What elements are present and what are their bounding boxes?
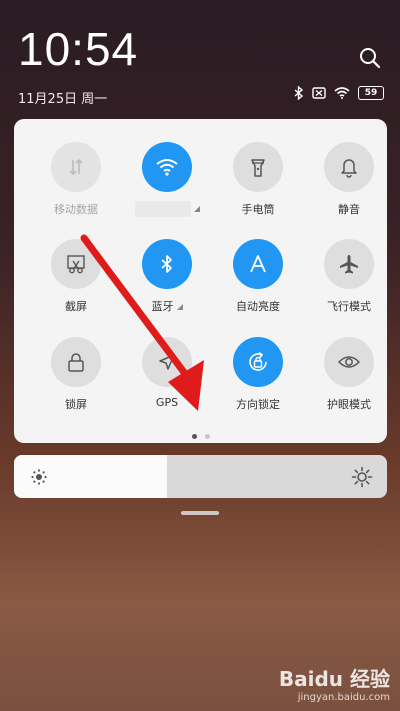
watermark: Baidu 经验 jingyan.baidu.com bbox=[279, 663, 390, 703]
tile-label: 锁屏 bbox=[65, 398, 87, 411]
tile-label-row: 蓝牙 bbox=[127, 298, 207, 314]
quick-settings-panel: 移动数据 手电筒 静音 截屏 蓝牙 自动亮度 飞行模式 锁屏 GPS 方向锁定 … bbox=[14, 119, 387, 443]
page-dot[interactable] bbox=[204, 434, 210, 439]
expand-caret-icon[interactable] bbox=[176, 304, 183, 310]
page-dot[interactable] bbox=[191, 434, 197, 439]
brightness-low-icon bbox=[28, 466, 50, 488]
drag-handle[interactable] bbox=[181, 511, 219, 515]
lock-icon bbox=[51, 337, 101, 387]
watermark-url: jingyan.baidu.com bbox=[297, 692, 390, 703]
tile-silent[interactable]: 静音 bbox=[309, 142, 389, 217]
screenshot-icon bbox=[51, 239, 101, 289]
clock: 10:54 bbox=[18, 23, 139, 75]
tile-mobile-data[interactable]: 移动数据 bbox=[36, 142, 116, 217]
date: 11月25日 周一 bbox=[18, 92, 108, 107]
brightness-slider[interactable] bbox=[14, 455, 387, 498]
tile-label: 飞行模式 bbox=[327, 300, 371, 313]
auto-brightness-icon bbox=[233, 239, 283, 289]
tile-lock-screen[interactable]: 锁屏 bbox=[36, 337, 116, 412]
tile-label: 静音 bbox=[338, 203, 360, 216]
tile-wifi[interactable] bbox=[127, 142, 207, 217]
page-indicator bbox=[14, 434, 387, 439]
tile-screenshot[interactable]: 截屏 bbox=[36, 239, 116, 314]
brightness-high-icon bbox=[351, 466, 373, 488]
bluetooth-status-icon bbox=[294, 86, 304, 100]
tile-label: 蓝牙 bbox=[151, 300, 174, 313]
bluetooth-icon bbox=[142, 239, 192, 289]
tile-flashlight[interactable]: 手电筒 bbox=[218, 142, 298, 217]
airplane-icon bbox=[324, 239, 374, 289]
wifi-status-icon bbox=[334, 87, 350, 99]
battery-indicator: 59 bbox=[358, 86, 384, 100]
mobile-data-icon bbox=[51, 142, 101, 192]
wifi-icon bbox=[142, 142, 192, 192]
flashlight-icon bbox=[233, 142, 283, 192]
tile-auto-brightness[interactable]: 自动亮度 bbox=[218, 239, 298, 314]
watermark-brand: Baidu 经验 bbox=[278, 667, 390, 691]
search-icon[interactable] bbox=[358, 46, 382, 70]
expand-caret-icon[interactable] bbox=[193, 206, 200, 212]
tile-gps[interactable]: GPS bbox=[127, 337, 207, 409]
tile-label: 截屏 bbox=[65, 300, 87, 313]
tile-label: 方向锁定 bbox=[236, 398, 280, 411]
rotation-lock-icon bbox=[233, 337, 283, 387]
no-sim-icon bbox=[312, 87, 326, 99]
system-icons: 59 bbox=[294, 86, 384, 100]
gps-icon bbox=[142, 337, 192, 387]
tile-rotation-lock[interactable]: 方向锁定 bbox=[218, 337, 298, 412]
status-bar: 10:54 11月25日 周一 59 bbox=[0, 0, 400, 115]
tile-label bbox=[127, 201, 207, 217]
tile-label: 护眼模式 bbox=[327, 398, 371, 411]
tile-airplane-mode[interactable]: 飞行模式 bbox=[309, 239, 389, 314]
tile-label: 手电筒 bbox=[241, 203, 275, 216]
bell-icon bbox=[324, 142, 374, 192]
wifi-network-name-redacted bbox=[134, 201, 191, 217]
tile-bluetooth[interactable]: 蓝牙 bbox=[127, 239, 207, 314]
tile-label: GPS bbox=[155, 396, 179, 409]
tile-label: 移动数据 bbox=[54, 203, 98, 216]
eye-icon bbox=[324, 337, 374, 387]
tile-label: 自动亮度 bbox=[236, 300, 280, 313]
tile-eye-protection[interactable]: 护眼模式 bbox=[309, 337, 389, 412]
